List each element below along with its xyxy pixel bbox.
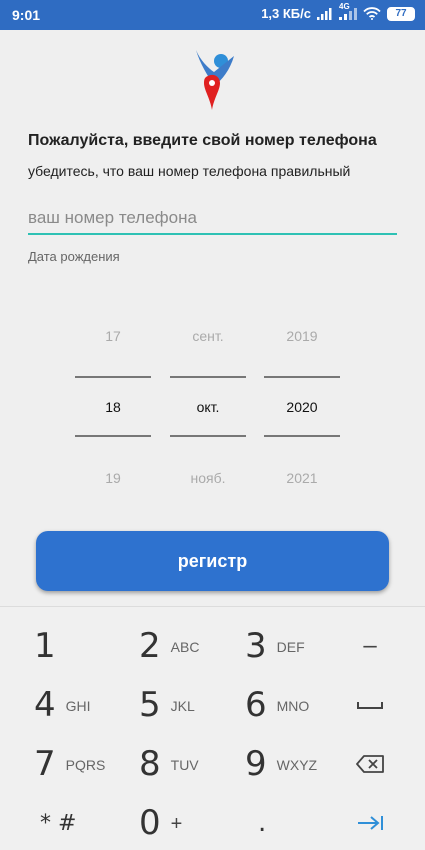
register-button[interactable]: регистр [36, 531, 389, 591]
key-digit: 4 [34, 685, 56, 725]
phone-number-input[interactable] [28, 203, 397, 235]
app-logo [196, 50, 234, 110]
network-speed: 1,3 КБ/с [261, 6, 311, 21]
key-dot[interactable]: . [258, 794, 358, 850]
day-next[interactable]: 19 [75, 470, 151, 486]
backspace-icon [356, 755, 384, 773]
key-digit: 8 [139, 744, 161, 784]
key-3[interactable]: 3 DEF [245, 617, 345, 675]
status-time: 9:01 [12, 7, 41, 23]
key-7[interactable]: 7 PQRS [34, 735, 134, 793]
network-type: 4G [339, 1, 350, 11]
key-letters: JKL [170, 698, 195, 714]
status-indicators: 1,3 КБ/с 4G 77 [261, 2, 415, 21]
picker-divider [170, 376, 246, 378]
key-letters: WXYZ [276, 757, 318, 773]
year-prev[interactable]: 2019 [264, 328, 340, 344]
key-9[interactable]: 9 WXYZ [245, 735, 345, 793]
key-star-hash-label: * # [40, 810, 77, 836]
key-8[interactable]: 8 TUV [139, 735, 239, 793]
page-heading: Пожалуйста, введите свой номер телефона [28, 132, 377, 149]
picker-divider [170, 435, 246, 437]
minus-key[interactable]: – [345, 617, 395, 675]
battery-icon: 77 [387, 6, 415, 21]
status-bar: 9:01 1,3 КБ/с 4G 77 [0, 0, 425, 30]
month-next[interactable]: нояб. [170, 470, 246, 486]
page-subheading: убедитесь, что ваш номер телефона правил… [28, 163, 351, 179]
signal-4g-icon: 4G [339, 2, 357, 20]
key-letters: PQRS [65, 757, 106, 773]
next-key[interactable] [345, 794, 395, 850]
key-digit: 7 [34, 744, 56, 784]
picker-divider [75, 435, 151, 437]
key-letters: GHI [65, 698, 91, 714]
key-plus: + [170, 812, 183, 835]
key-0[interactable]: 0 + [139, 794, 239, 850]
backspace-key[interactable] [345, 735, 395, 793]
month-selected[interactable]: окт. [170, 399, 246, 415]
key-star-hash[interactable]: * # [40, 794, 140, 850]
space-key[interactable] [345, 676, 395, 734]
picker-divider [75, 376, 151, 378]
key-digit: 9 [245, 744, 267, 784]
next-icon [358, 816, 383, 830]
key-digit: 3 [245, 626, 267, 666]
key-digit: 6 [245, 685, 267, 725]
key-letters: ABC [170, 639, 200, 655]
key-digit: 5 [139, 685, 161, 725]
key-digit: 2 [139, 626, 161, 666]
key-letters: TUV [170, 757, 199, 773]
year-selected[interactable]: 2020 [264, 399, 340, 415]
key-4[interactable]: 4 GHI [34, 676, 134, 734]
key-digit: 1 [34, 626, 56, 666]
key-dot-label: . [258, 808, 267, 838]
day-picker[interactable]: 17 18 19 [75, 310, 151, 500]
day-selected[interactable]: 18 [75, 399, 151, 415]
key-letters: MNO [276, 698, 310, 714]
picker-divider [264, 435, 340, 437]
key-5[interactable]: 5 JKL [139, 676, 239, 734]
year-picker[interactable]: 2019 2020 2021 [264, 310, 340, 500]
signal-icon [317, 7, 332, 20]
key-letters: DEF [276, 639, 305, 655]
month-picker[interactable]: сент. окт. нояб. [170, 310, 246, 500]
year-next[interactable]: 2021 [264, 470, 340, 486]
key-2[interactable]: 2 ABC [139, 617, 239, 675]
numeric-keypad: 1 2 ABC 3 DEF 4 GHI 5 JKL 6 MNO 7 PQRS 8 TUV 9W… [0, 606, 425, 850]
month-prev[interactable]: сент. [170, 328, 246, 344]
space-icon [357, 702, 383, 709]
picker-divider [264, 376, 340, 378]
minus-icon: – [363, 632, 377, 659]
wifi-icon [363, 7, 381, 20]
day-prev[interactable]: 17 [75, 328, 151, 344]
key-digit: 0 [139, 803, 161, 843]
birth-date-label: Дата рождения [28, 249, 120, 264]
key-6[interactable]: 6 MNO [245, 676, 345, 734]
key-1[interactable]: 1 [34, 617, 134, 675]
